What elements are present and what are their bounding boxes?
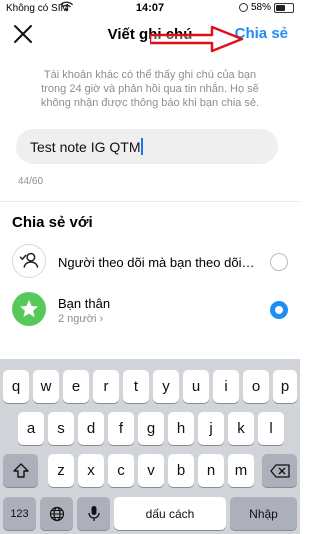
key-y[interactable]: y bbox=[153, 370, 179, 403]
key-l[interactable]: l bbox=[258, 412, 284, 445]
numbers-key[interactable]: 123 bbox=[3, 497, 36, 530]
key-v[interactable]: v bbox=[138, 454, 164, 487]
rotation-lock-icon bbox=[238, 3, 248, 12]
key-q[interactable]: q bbox=[3, 370, 29, 403]
key-n[interactable]: n bbox=[198, 454, 224, 487]
note-text: Test note IG QTM bbox=[30, 138, 141, 155]
key-o[interactable]: o bbox=[243, 370, 269, 403]
microphone-key[interactable] bbox=[77, 497, 110, 530]
battery-fill bbox=[276, 4, 286, 11]
key-a[interactable]: a bbox=[18, 412, 44, 445]
key-k[interactable]: k bbox=[228, 412, 254, 445]
option-close-friends-label: Bạn thân bbox=[58, 296, 111, 311]
key-r[interactable]: r bbox=[93, 370, 119, 403]
microphone-icon bbox=[87, 506, 100, 521]
status-right: 58% bbox=[238, 2, 294, 13]
key-t[interactable]: t bbox=[123, 370, 149, 403]
option-followers[interactable]: Người theo dõi mà bạn theo dõi lại bbox=[0, 242, 300, 284]
key-m[interactable]: m bbox=[228, 454, 254, 487]
key-c[interactable]: c bbox=[108, 454, 134, 487]
key-b[interactable]: b bbox=[168, 454, 194, 487]
key-f[interactable]: f bbox=[108, 412, 134, 445]
note-input[interactable]: Test note IG QTM bbox=[16, 129, 278, 164]
radio-close-friends[interactable] bbox=[270, 301, 288, 319]
keyboard: q w e r t y u i o p a s d f g h j k l z … bbox=[0, 359, 300, 534]
battery-icon bbox=[274, 2, 294, 13]
key-x[interactable]: x bbox=[78, 454, 104, 487]
battery-percent: 58% bbox=[250, 2, 271, 13]
option-close-friends[interactable]: Bạn thân 2 người › bbox=[0, 290, 300, 332]
globe-key[interactable] bbox=[40, 497, 73, 530]
key-p[interactable]: p bbox=[273, 370, 297, 403]
share-with-title: Chia sẻ với bbox=[12, 214, 93, 231]
key-d[interactable]: d bbox=[78, 412, 104, 445]
key-j[interactable]: j bbox=[198, 412, 224, 445]
backspace-icon bbox=[269, 463, 290, 478]
status-bar: Không có SIM 14:07 58% bbox=[0, 0, 300, 18]
option-followers-label: Người theo dõi mà bạn theo dõi lại bbox=[58, 255, 258, 270]
text-cursor bbox=[141, 138, 144, 155]
close-friends-count[interactable]: 2 người › bbox=[58, 313, 103, 325]
radio-followers[interactable] bbox=[270, 253, 288, 271]
key-e[interactable]: e bbox=[63, 370, 89, 403]
space-key[interactable]: dấu cách bbox=[114, 497, 226, 530]
key-h[interactable]: h bbox=[168, 412, 194, 445]
character-count: 44/60 bbox=[18, 176, 44, 187]
key-g[interactable]: g bbox=[138, 412, 164, 445]
key-z[interactable]: z bbox=[48, 454, 74, 487]
shift-key[interactable] bbox=[3, 454, 38, 487]
annotation-arrow-icon bbox=[150, 25, 244, 53]
followers-icon bbox=[12, 244, 46, 278]
return-key[interactable]: Nhập bbox=[230, 497, 297, 530]
key-w[interactable]: w bbox=[33, 370, 59, 403]
key-u[interactable]: u bbox=[183, 370, 209, 403]
header: Viết ghi chú Chia sẻ bbox=[0, 18, 300, 53]
star-icon bbox=[12, 292, 46, 326]
shift-icon bbox=[12, 463, 29, 478]
key-i[interactable]: i bbox=[213, 370, 239, 403]
globe-icon bbox=[49, 506, 64, 521]
info-text: Tài khoản khác có thể thấy ghi chú của b… bbox=[40, 69, 260, 109]
backspace-key[interactable] bbox=[262, 454, 297, 487]
key-s[interactable]: s bbox=[48, 412, 74, 445]
divider bbox=[0, 201, 300, 202]
